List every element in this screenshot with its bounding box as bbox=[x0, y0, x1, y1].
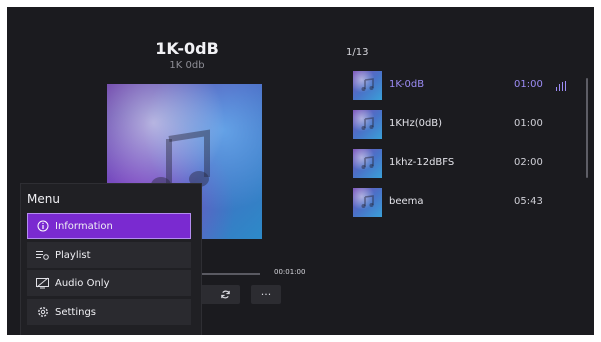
track-title: 1K-0dB bbox=[155, 39, 219, 58]
track-duration: 01:00 bbox=[514, 79, 543, 90]
music-note-icon bbox=[361, 156, 374, 169]
track-duration: 01:00 bbox=[514, 118, 543, 129]
screen-off-icon bbox=[36, 277, 49, 290]
music-note-icon bbox=[361, 78, 374, 91]
menu-item-audio-only[interactable]: Audio Only bbox=[27, 270, 191, 296]
menu-item-label: Audio Only bbox=[55, 277, 110, 289]
menu-title: Menu bbox=[27, 192, 60, 206]
music-note-icon bbox=[361, 195, 374, 208]
playlist-item[interactable]: 1KHz(0dB) 01:00 bbox=[353, 110, 563, 142]
track-thumbnail bbox=[353, 149, 382, 178]
track-name: beema bbox=[389, 196, 424, 207]
total-time: 00:01:00 bbox=[274, 268, 306, 276]
menu-item-label: Playlist bbox=[55, 249, 91, 261]
menu-item-label: Settings bbox=[55, 306, 97, 318]
playlist-item[interactable]: 1K-0dB 01:00 bbox=[353, 71, 566, 103]
menu-item-settings[interactable]: Settings bbox=[27, 299, 191, 325]
track-thumbnail bbox=[353, 110, 382, 139]
playlist-scrollbar[interactable] bbox=[586, 78, 588, 178]
options-menu: Menu Information Playlist Audio Only Set… bbox=[20, 183, 202, 335]
track-subtitle: 1K 0db bbox=[169, 60, 205, 71]
track-duration: 05:43 bbox=[514, 196, 543, 207]
track-duration: 02:00 bbox=[514, 157, 543, 168]
playlist-icon bbox=[36, 249, 49, 262]
track-name: 1KHz(0dB) bbox=[389, 118, 443, 129]
track-name: 1khz-12dBFS bbox=[389, 157, 455, 168]
music-note-icon bbox=[361, 117, 374, 130]
playlist-item[interactable]: 1khz-12dBFS 02:00 bbox=[353, 149, 563, 181]
menu-item-playlist[interactable]: Playlist bbox=[27, 242, 191, 268]
repeat-icon bbox=[220, 290, 230, 299]
menu-item-label: Information bbox=[55, 220, 113, 232]
now-playing-equalizer-icon bbox=[556, 81, 566, 91]
progress-bar[interactable] bbox=[197, 273, 260, 275]
player-screen: 1K-0dB 1K 0db 00:01:00 ··· 1/13 1K-0dB 0… bbox=[7, 7, 594, 335]
repeat-button[interactable] bbox=[210, 285, 240, 304]
track-thumbnail bbox=[353, 188, 382, 217]
playlist-item[interactable]: beema 05:43 bbox=[353, 188, 563, 220]
track-name: 1K-0dB bbox=[389, 79, 425, 90]
menu-item-information[interactable]: Information bbox=[27, 213, 191, 239]
gear-icon bbox=[36, 306, 49, 319]
more-icon: ··· bbox=[260, 288, 272, 301]
info-icon bbox=[36, 220, 49, 233]
playlist-counter: 1/13 bbox=[346, 47, 369, 58]
more-button[interactable]: ··· bbox=[251, 285, 281, 304]
track-thumbnail bbox=[353, 71, 382, 100]
